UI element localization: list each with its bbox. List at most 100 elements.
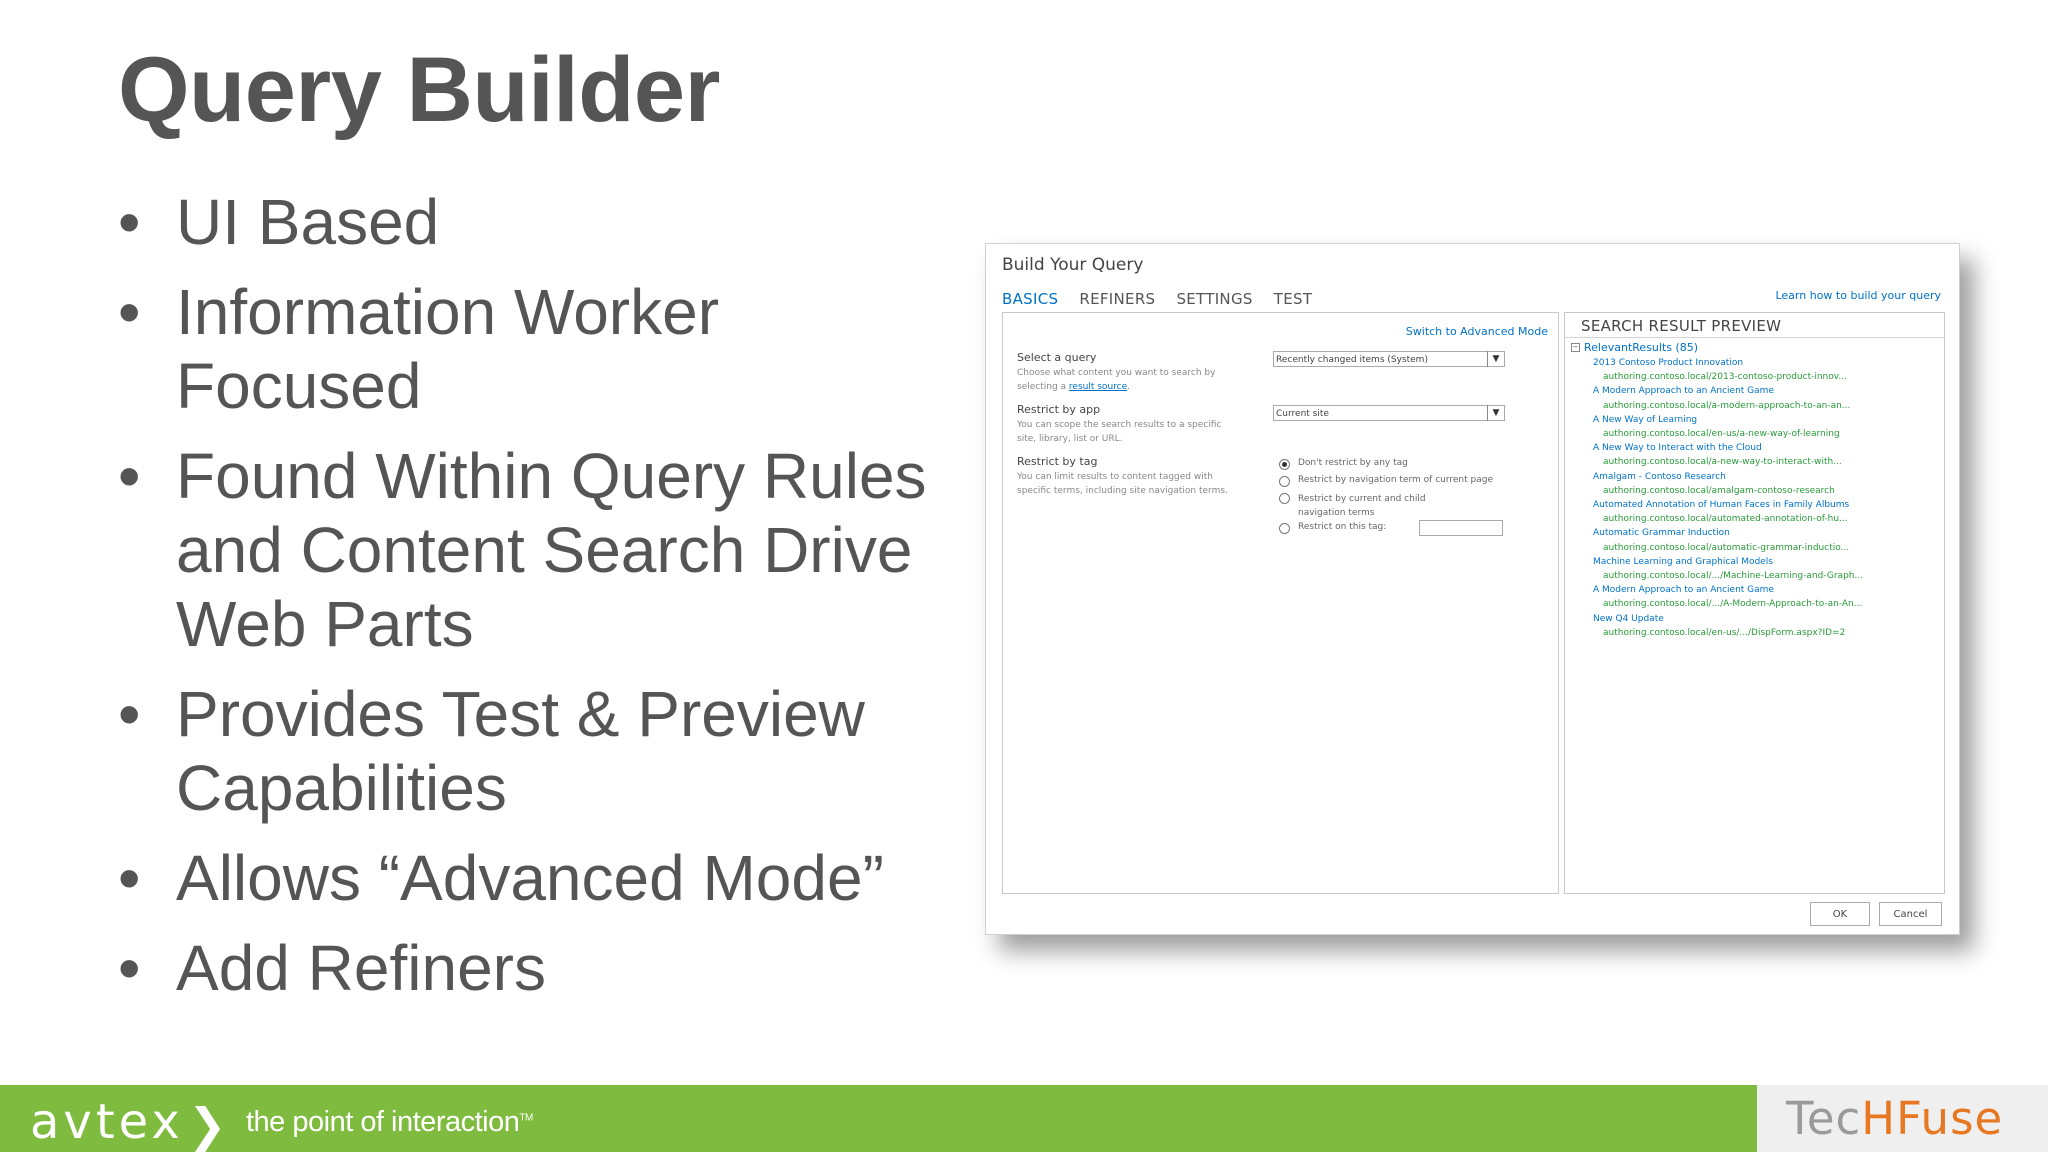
restrict-tag-label: Restrict by tag	[1017, 455, 1098, 468]
list-item: A New Way to Interact with the Cloud auth…	[1593, 441, 1863, 469]
result-title-link[interactable]: Machine Learning and Graphical Models	[1593, 555, 1863, 569]
list-item: Machine Learning and Graphical Models aut…	[1593, 555, 1863, 583]
radio-child-nav[interactable]: Restrict by current and child navigation…	[1279, 492, 1454, 520]
bullet-text: UI Based	[176, 186, 440, 258]
result-title-link[interactable]: Automated Annotation of Human Faces in F…	[1593, 498, 1863, 512]
avtex-logo: avtex	[30, 1094, 184, 1150]
bullet-dot: •	[118, 842, 141, 914]
radio-nav-term[interactable]: Restrict by navigation term of current p…	[1279, 475, 1493, 487]
bullet-item: • Add Refiners	[118, 931, 948, 1005]
restrict-app-desc: You can scope the search results to a sp…	[1017, 420, 1222, 444]
result-url: authoring.contoso.local/.../A-Modern-App…	[1603, 599, 1863, 610]
result-url: authoring.contoso.local/a-new-way-to-int…	[1603, 457, 1842, 468]
result-title-link[interactable]: A New Way to Interact with the Cloud	[1593, 441, 1863, 455]
select-query-label: Select a query	[1017, 351, 1097, 364]
list-item: Automatic Grammar Induction authoring.con…	[1593, 526, 1863, 554]
tab-test[interactable]: TEST	[1274, 290, 1313, 308]
restrict-app-field: Restrict by app You can scope the search…	[1017, 403, 1242, 446]
select-query-desc: Choose what content you want to search b…	[1017, 366, 1242, 394]
techfuse-logo-part2: HFuse	[1861, 1092, 2004, 1145]
radio-button[interactable]	[1279, 523, 1290, 534]
bullet-dot: •	[118, 186, 141, 258]
list-item: Amalgam - Contoso Research authoring.cont…	[1593, 470, 1863, 498]
bullet-dot: •	[118, 440, 141, 512]
query-settings-panel: Switch to Advanced Mode Select a query C…	[1002, 312, 1559, 894]
select-query-desc-end: .	[1127, 382, 1131, 392]
collapse-icon[interactable]: −	[1571, 343, 1580, 352]
results-list: 2013 Contoso Product Innovation authoring…	[1593, 356, 1863, 640]
restrict-app-label: Restrict by app	[1017, 403, 1101, 416]
bullet-text: Add Refiners	[176, 932, 546, 1004]
result-url: authoring.contoso.local/en-us/a-new-way-…	[1603, 429, 1840, 440]
result-url: authoring.contoso.local/a-modern-approac…	[1603, 400, 1851, 411]
bullet-dot: •	[118, 678, 141, 750]
ok-button[interactable]: OK	[1810, 902, 1870, 926]
dialog-title: Build Your Query	[1002, 255, 1144, 275]
result-url: authoring.contoso.local/amalgam-contoso-…	[1603, 485, 1835, 496]
radio-button-checked[interactable]	[1279, 459, 1290, 470]
restrict-tag-field: Restrict by tag You can limit results to…	[1017, 455, 1242, 498]
cancel-button[interactable]: Cancel	[1879, 902, 1942, 926]
bullet-item: • Found Within Query Rules and Content Se…	[118, 439, 948, 661]
result-url: authoring.contoso.local/automatic-gramma…	[1603, 542, 1850, 553]
bullet-dot: •	[118, 276, 141, 348]
bullet-item: • Provides Test & Preview Capabilities	[118, 677, 948, 825]
radio-button[interactable]	[1279, 476, 1290, 487]
radio-no-tag[interactable]: Don't restrict by any tag	[1279, 458, 1408, 470]
tagline: the point of interactionTM	[246, 1106, 533, 1139]
chevron-down-icon[interactable]: ▼	[1487, 351, 1504, 367]
tag-input[interactable]	[1419, 520, 1503, 536]
techfuse-logo-part1: Tec	[1786, 1092, 1862, 1145]
result-title-link[interactable]: Amalgam - Contoso Research	[1593, 470, 1863, 484]
advanced-mode-link[interactable]: Switch to Advanced Mode	[1406, 325, 1548, 338]
result-title-link[interactable]: New Q4 Update	[1593, 612, 1863, 626]
radio-button[interactable]	[1279, 493, 1290, 504]
bullet-list: • UI Based • Information Worker Focused • F…	[118, 185, 948, 1021]
query-select-value: Recently changed items (System)	[1276, 355, 1428, 365]
query-select[interactable]: Recently changed items (System) ▼	[1273, 351, 1505, 367]
learn-query-link[interactable]: Learn how to build your query	[1775, 289, 1941, 302]
result-source-link[interactable]: result source	[1069, 382, 1127, 392]
list-item: A Modern Approach to an Ancient Game auth…	[1593, 384, 1863, 412]
result-title-link[interactable]: 2013 Contoso Product Innovation	[1593, 356, 1863, 370]
preview-heading: SEARCH RESULT PREVIEW	[1581, 317, 1782, 335]
dialog-tabs: BASICS REFINERS SETTINGS TEST	[1002, 290, 1328, 308]
bullet-text: Allows “Advanced Mode”	[176, 842, 884, 914]
list-item: 2013 Contoso Product Innovation authoring…	[1593, 356, 1863, 384]
result-title-link[interactable]: A Modern Approach to an Ancient Game	[1593, 583, 1863, 597]
radio-label: Restrict on this tag:	[1298, 522, 1387, 532]
bullet-item: • Allows “Advanced Mode”	[118, 841, 948, 915]
list-item: Automated Annotation of Human Faces in F…	[1593, 498, 1863, 526]
result-url: authoring.contoso.local/.../Machine-Lear…	[1603, 571, 1864, 582]
tagline-text: the point of interaction	[246, 1106, 520, 1138]
chevron-down-icon[interactable]: ▼	[1487, 405, 1504, 421]
result-title-link[interactable]: Automatic Grammar Induction	[1593, 526, 1863, 540]
result-title-link[interactable]: A Modern Approach to an Ancient Game	[1593, 384, 1863, 398]
bullet-dot: •	[118, 932, 141, 1004]
bullet-item: • Information Worker Focused	[118, 275, 948, 423]
search-preview-panel: SEARCH RESULT PREVIEW − RelevantResults …	[1564, 312, 1945, 894]
results-group-label: RelevantResults (85)	[1584, 341, 1699, 354]
tab-settings[interactable]: SETTINGS	[1176, 290, 1252, 308]
bullet-text: Provides Test & Preview Capabilities	[176, 678, 865, 824]
techfuse-logo: TecHFuse	[1786, 1092, 2003, 1145]
result-title-link[interactable]: A New Way of Learning	[1593, 413, 1863, 427]
tab-basics[interactable]: BASICS	[1002, 290, 1058, 308]
list-item: A New Way of Learning authoring.contoso.l…	[1593, 413, 1863, 441]
bullet-text: Found Within Query Rules and Content Sea…	[176, 440, 927, 660]
app-select-value: Current site	[1276, 409, 1329, 419]
trademark: TM	[519, 1112, 533, 1124]
tab-refiners[interactable]: REFINERS	[1079, 290, 1155, 308]
radio-this-tag[interactable]: Restrict on this tag:	[1279, 522, 1386, 534]
radio-label: Restrict by navigation term of current p…	[1298, 475, 1493, 485]
select-query-field: Select a query Choose what content you w…	[1017, 351, 1242, 394]
result-url: authoring.contoso.local/2013-contoso-pro…	[1603, 372, 1847, 383]
build-query-dialog: Build Your Query BASICS REFINERS SETTING…	[985, 243, 1960, 935]
list-item: A Modern Approach to an Ancient Game auth…	[1593, 583, 1863, 611]
result-url: authoring.contoso.local/en-us/.../DispFo…	[1603, 627, 1846, 638]
radio-label: Restrict by current and child navigation…	[1298, 494, 1426, 518]
restrict-tag-desc: You can limit results to content tagged …	[1017, 472, 1228, 496]
results-group[interactable]: − RelevantResults (85)	[1571, 341, 1698, 354]
app-select[interactable]: Current site ▼	[1273, 405, 1505, 421]
divider	[1565, 337, 1944, 338]
